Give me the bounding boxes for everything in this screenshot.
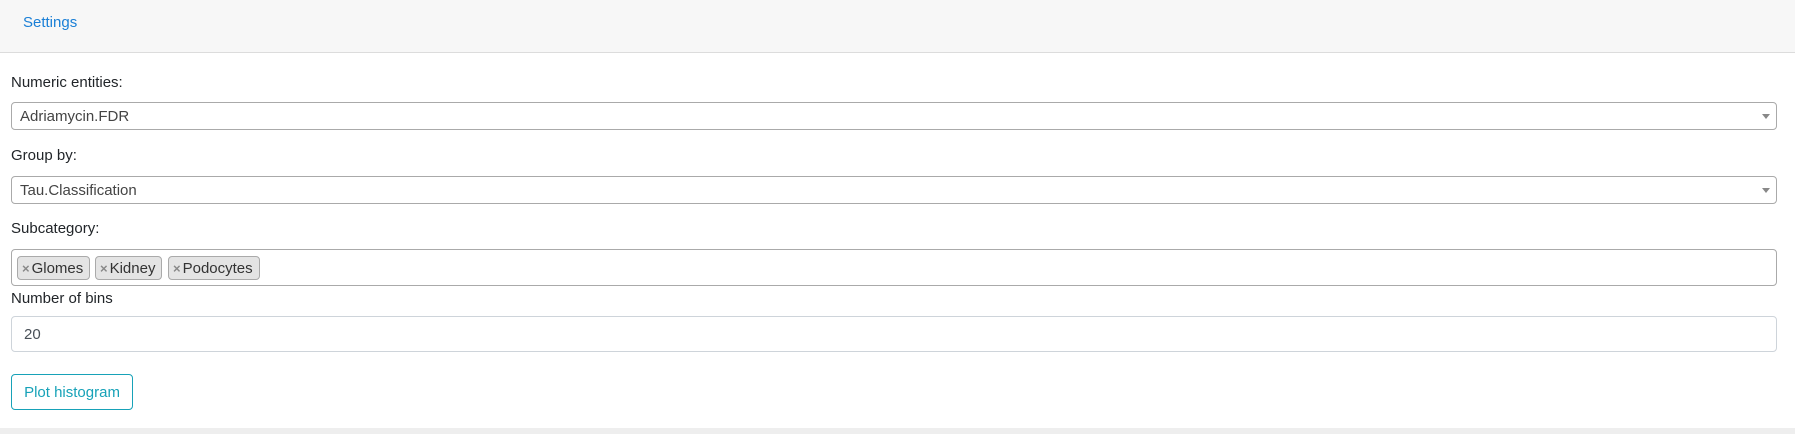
numeric-entities-select[interactable]: Adriamycin.FDR <box>11 102 1777 130</box>
numeric-entities-value: Adriamycin.FDR <box>20 108 130 125</box>
settings-card: Settings Numeric entities: Adriamycin.FD… <box>0 0 1795 428</box>
remove-chip-icon[interactable]: × <box>100 261 108 276</box>
group-by-value: Tau.Classification <box>20 182 137 199</box>
subcategory-multiselect[interactable]: × Glomes × Kidney × Podocytes <box>11 249 1777 286</box>
remove-chip-icon[interactable]: × <box>173 261 181 276</box>
bins-input[interactable] <box>11 316 1777 352</box>
chip-label: Podocytes <box>182 259 253 277</box>
subcategory-chip: × Kidney <box>95 256 163 280</box>
chevron-down-icon <box>1762 188 1770 193</box>
remove-chip-icon[interactable]: × <box>22 261 30 276</box>
subcategory-chip: × Glomes <box>17 256 91 280</box>
subcategory-label: Subcategory: <box>11 220 100 237</box>
chip-label: Glomes <box>31 259 84 277</box>
group-by-select[interactable]: Tau.Classification <box>11 176 1777 204</box>
plot-histogram-button[interactable]: Plot histogram <box>11 374 133 410</box>
numeric-entities-label: Numeric entities: <box>11 74 123 91</box>
chevron-down-icon <box>1762 114 1770 119</box>
bottom-divider <box>0 428 1795 434</box>
group-by-label: Group by: <box>11 147 77 164</box>
chip-label: Kidney <box>109 259 156 277</box>
subcategory-chip: × Podocytes <box>168 256 260 280</box>
tab-settings[interactable]: Settings <box>23 14 77 31</box>
bins-label: Number of bins <box>11 290 113 307</box>
card-header: Settings <box>0 0 1795 53</box>
